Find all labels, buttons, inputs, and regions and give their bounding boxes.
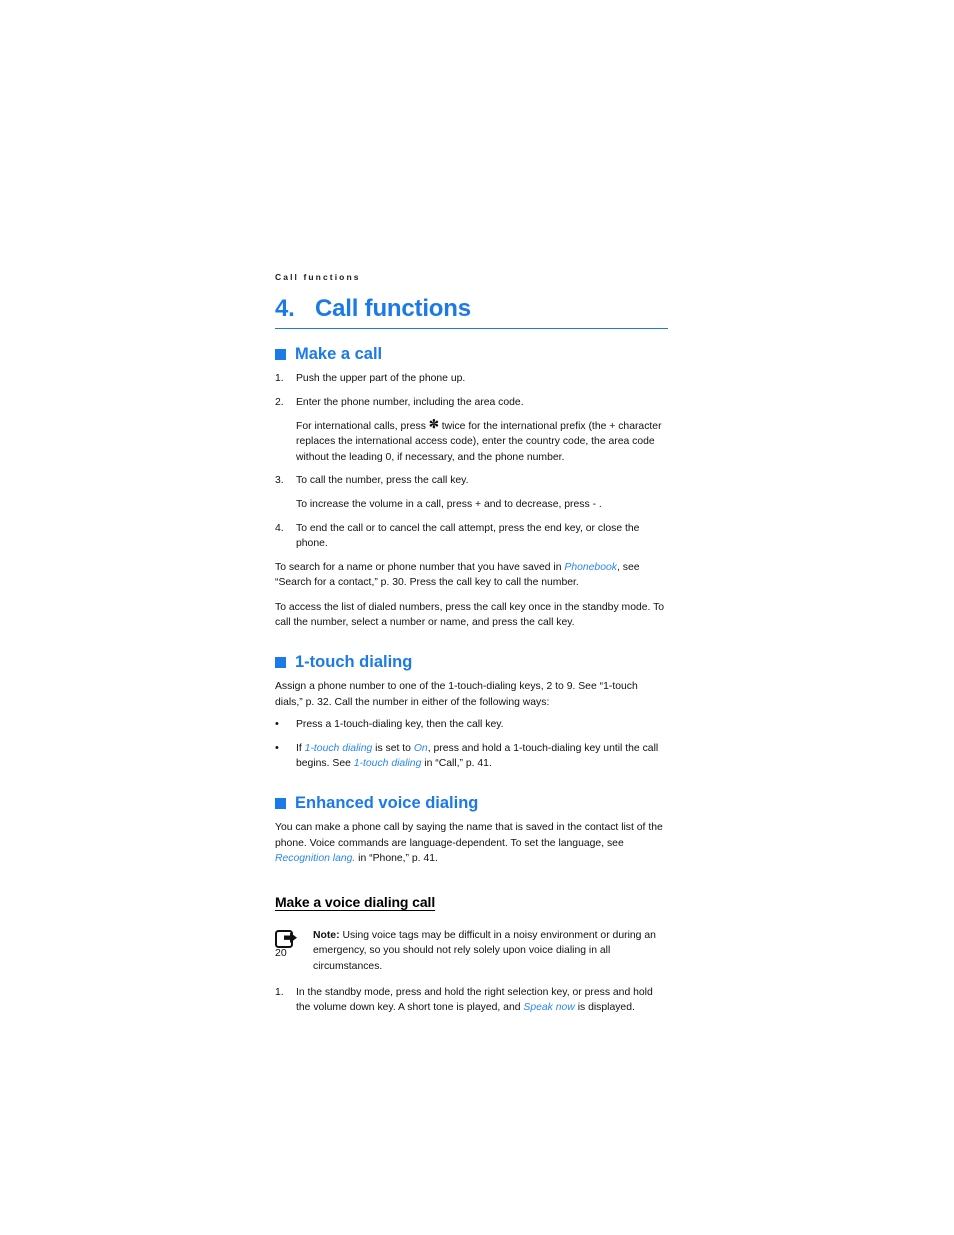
- paragraph-text-post: in “Phone,” p. 41.: [355, 853, 438, 865]
- list-marker: 4.: [275, 522, 284, 534]
- ui-term-one-touch-dialing: 1-touch dialing: [304, 742, 373, 754]
- bullet-marker-icon: •: [275, 718, 279, 731]
- list-marker: 3.: [275, 475, 284, 487]
- ui-term-one-touch-dialing-ref: 1-touch dialing: [353, 758, 422, 770]
- list-marker: 1.: [275, 373, 284, 385]
- section-heading-enhanced-voice-dialing: Enhanced voice dialing: [275, 794, 668, 813]
- section-heading-one-touch-dialing: 1-touch dialing: [275, 653, 668, 672]
- sub-heading-wrap: Make a voice dialing call: [275, 876, 668, 918]
- list-marker: 1.: [275, 986, 284, 998]
- section-heading-make-a-call: Make a call: [275, 345, 668, 364]
- list-item: • If 1-touch dialing is set to On, press…: [275, 741, 668, 772]
- list-item-text: To end the call or to cancel the call at…: [296, 522, 640, 550]
- list-marker: 2.: [275, 396, 284, 408]
- section-heading-label: Make a call: [295, 345, 383, 364]
- section-heading-label: 1-touch dialing: [295, 653, 413, 672]
- list-item-text: If 1-touch dialing is set to On, press a…: [296, 741, 668, 772]
- text-pre: If: [296, 742, 305, 754]
- continuation-text-pre: For international calls, press: [296, 420, 429, 432]
- list-continuation-paragraph: For international calls, press ✼ twice f…: [296, 416, 668, 466]
- list-item-text: To call the number, press the call key.: [296, 475, 469, 487]
- list-item-text: In the standby mode, press and hold the …: [296, 985, 668, 1016]
- list-item: 1. In the standby mode, press and hold t…: [275, 985, 668, 1016]
- bullet-marker-icon: •: [275, 741, 279, 754]
- list-item-text: Press a 1-touch-dialing key, then the ca…: [296, 719, 504, 731]
- list-item-text: Push the upper part of the phone up.: [296, 373, 466, 385]
- paragraph-one-touch-intro: Assign a phone number to one of the 1-to…: [275, 681, 638, 708]
- list-item: • Press a 1-touch-dialing key, then the …: [275, 717, 668, 733]
- list-item: 4. To end the call or to cancel the call…: [275, 521, 668, 552]
- list-item: 3. To call the number, press the call ke…: [275, 473, 668, 489]
- list-continuation-paragraph: To increase the volume in a call, press …: [296, 498, 602, 510]
- ui-term-on: On: [413, 742, 428, 754]
- square-bullet-icon: [275, 798, 286, 809]
- square-bullet-icon: [275, 657, 286, 669]
- note-body-text: Using voice tags may be difficult in a n…: [313, 929, 656, 972]
- note-text: Note: Using voice tags may be difficult …: [313, 928, 668, 975]
- ui-term-phonebook: Phonebook: [564, 561, 617, 573]
- sub-heading-make-voice-dialing-call: Make a voice dialing call: [275, 893, 436, 910]
- asterisk-glyph: ✼: [428, 416, 439, 431]
- document-page: Call functions 4. Call functions Make a …: [275, 272, 668, 1024]
- ui-term-speak-now: Speak now: [523, 1002, 575, 1014]
- list-item: 1. Push the upper part of the phone up.: [275, 371, 668, 387]
- text-post: in “Call,” p. 41.: [421, 758, 492, 770]
- paragraph-search-contact: To search for a name or phone number tha…: [275, 560, 668, 591]
- text-post: is displayed.: [574, 1002, 635, 1014]
- paragraph-text-pre: To search for a name or phone number tha…: [275, 561, 565, 573]
- paragraph-voice-dialing-intro: You can make a phone call by saying the …: [275, 820, 668, 867]
- square-bullet-icon: [275, 349, 286, 361]
- running-header: Call functions: [275, 272, 361, 282]
- note-label: Note:: [313, 929, 340, 941]
- note-callout: Note: Using voice tags may be difficult …: [275, 928, 668, 975]
- chapter-number: 4.: [275, 295, 295, 322]
- list-item: 2. Enter the phone number, including the…: [275, 395, 668, 411]
- title-divider: [275, 328, 668, 330]
- page-number: 20: [275, 947, 287, 959]
- text-mid: is set to: [372, 742, 414, 754]
- page-title: 4. Call functions: [275, 295, 668, 322]
- paragraph-text-pre: You can make a phone call by saying the …: [275, 821, 663, 849]
- list-item-text: Enter the phone number, including the ar…: [296, 396, 524, 408]
- paragraph-dialed-numbers: To access the list of dialed numbers, pr…: [275, 601, 665, 629]
- section-heading-label: Enhanced voice dialing: [295, 794, 479, 813]
- chapter-title-text: Call functions: [315, 295, 471, 322]
- ui-term-recognition-lang: Recognition lang.: [275, 853, 356, 865]
